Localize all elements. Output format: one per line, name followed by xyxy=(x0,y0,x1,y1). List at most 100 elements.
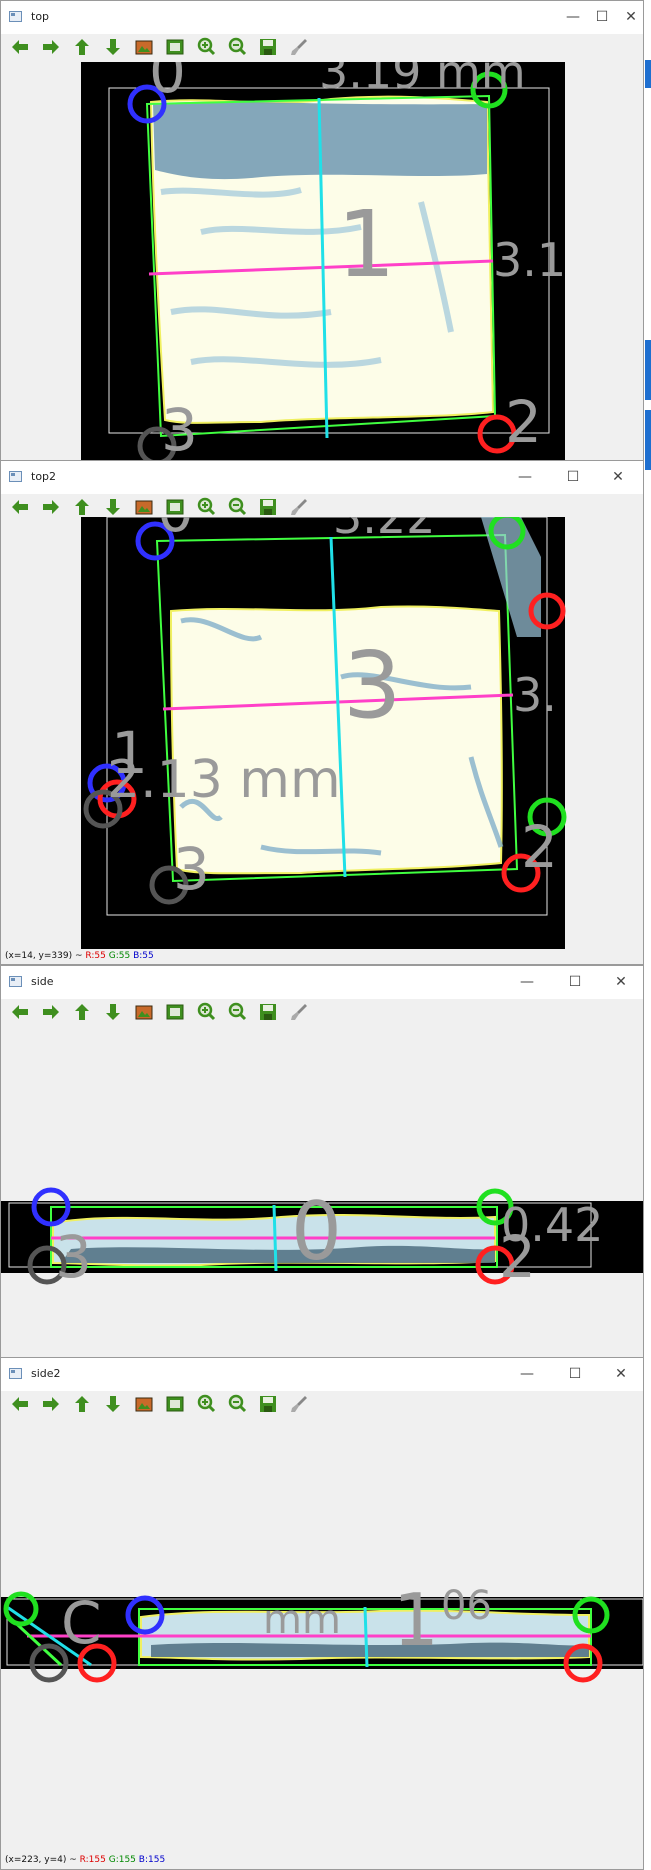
arrow-up-icon xyxy=(75,1396,89,1412)
dimension-label-top: 3.22 xyxy=(333,517,435,544)
zoom-out-button[interactable] xyxy=(226,1393,248,1415)
zoom-out-icon xyxy=(228,1002,247,1021)
close-button[interactable]: ✕ xyxy=(609,1364,633,1384)
arrow-up-icon xyxy=(75,1004,89,1020)
title-bar[interactable]: top2 — ☐ ✕ xyxy=(1,461,643,494)
window-app-icon xyxy=(9,1368,22,1379)
minimize-button[interactable]: — xyxy=(515,972,539,992)
arrow-left-button[interactable] xyxy=(9,36,31,58)
title-bar[interactable]: side — ☐ ✕ xyxy=(1,966,643,999)
window-title: top2 xyxy=(31,470,57,483)
dimension-label: 06 xyxy=(441,1583,492,1629)
arrow-left-button[interactable] xyxy=(9,1001,31,1023)
arrow-right-icon xyxy=(43,1005,59,1019)
fit-button[interactable] xyxy=(164,496,186,518)
zoom-in-button[interactable] xyxy=(195,1393,217,1415)
arrow-down-button[interactable] xyxy=(102,1001,124,1023)
toolbar xyxy=(1,1391,643,1419)
brush-icon xyxy=(291,39,307,55)
fit-icon xyxy=(166,1004,184,1020)
arrow-up-button[interactable] xyxy=(71,496,93,518)
title-bar[interactable]: top — ☐ ✕ xyxy=(1,1,643,34)
arrow-left-icon xyxy=(12,1005,28,1019)
arrow-right-button[interactable] xyxy=(40,36,62,58)
image-view[interactable]: 3.22 3. 3 2.13 mm 0 2 3 1 xyxy=(1,477,644,949)
arrow-up-button[interactable] xyxy=(71,36,93,58)
minimize-button[interactable]: — xyxy=(561,7,585,27)
save-button[interactable] xyxy=(257,496,279,518)
zoom-in-button[interactable] xyxy=(195,1001,217,1023)
arrow-left-button[interactable] xyxy=(9,496,31,518)
background-tab xyxy=(645,340,651,400)
zoom-in-icon xyxy=(197,37,216,56)
arrow-down-icon xyxy=(106,499,120,515)
fit-button[interactable] xyxy=(164,1393,186,1415)
zoom-out-button[interactable] xyxy=(226,1001,248,1023)
image-canvas[interactable]: 3.22 3. 3 2.13 mm 0 2 3 1 xyxy=(1,477,644,949)
maximize-button[interactable]: ☐ xyxy=(590,7,614,27)
image-button[interactable] xyxy=(133,496,155,518)
zoom-in-button[interactable] xyxy=(195,36,217,58)
maximize-button[interactable]: ☐ xyxy=(561,467,585,487)
cyan-height-line xyxy=(272,1204,278,1272)
arrow-down-button[interactable] xyxy=(102,496,124,518)
fit-button[interactable] xyxy=(164,1001,186,1023)
brush-button[interactable] xyxy=(288,36,310,58)
brush-button[interactable] xyxy=(288,1001,310,1023)
image-view[interactable]: 3 0 2 0.42 xyxy=(1,1027,644,1360)
brush-button[interactable] xyxy=(288,1393,310,1415)
arrow-up-button[interactable] xyxy=(71,1001,93,1023)
maximize-button[interactable]: ☐ xyxy=(563,1364,587,1384)
window-app-icon xyxy=(9,11,22,22)
image-button[interactable] xyxy=(133,1393,155,1415)
image-canvas[interactable]: mm 1 06 C xyxy=(1,1419,644,1851)
corner-label: 0 xyxy=(149,62,186,106)
arrow-up-icon xyxy=(75,39,89,55)
arrow-right-button[interactable] xyxy=(40,496,62,518)
save-button[interactable] xyxy=(257,1393,279,1415)
arrow-left-button[interactable] xyxy=(9,1393,31,1415)
fit-icon xyxy=(166,499,184,515)
zoom-in-icon xyxy=(197,497,216,516)
cursor-coordinates: (x=14, y=339) ~ xyxy=(5,951,86,961)
window-side: side — ☐ ✕ 3 0 2 0.42 xyxy=(0,965,644,1360)
arrow-right-button[interactable] xyxy=(40,1001,62,1023)
title-bar[interactable]: side2 — ☐ ✕ xyxy=(1,1358,643,1391)
save-button[interactable] xyxy=(257,1001,279,1023)
window-title: top xyxy=(31,10,50,23)
image-view[interactable]: mm 1 06 C xyxy=(1,1419,643,1851)
pixel-blue-value: B:55 xyxy=(133,951,154,961)
arrow-right-button[interactable] xyxy=(40,1393,62,1415)
maximize-button[interactable]: ☐ xyxy=(563,972,587,992)
zoom-in-button[interactable] xyxy=(195,496,217,518)
image-view[interactable]: 3.19 mm 3.1 1 0 2 3 xyxy=(1,38,644,470)
arrow-up-button[interactable] xyxy=(71,1393,93,1415)
sample-center-label: 1 xyxy=(393,1578,439,1662)
pixel-red-value: R:155 xyxy=(79,1855,106,1865)
save-button[interactable] xyxy=(257,36,279,58)
cursor-coordinates: (x=223, y=4) ~ xyxy=(5,1855,80,1865)
zoom-in-icon xyxy=(197,1002,216,1021)
brush-button[interactable] xyxy=(288,496,310,518)
zoom-out-button[interactable] xyxy=(226,36,248,58)
image-canvas[interactable]: 3 0 2 0.42 xyxy=(1,1027,644,1360)
arrow-down-button[interactable] xyxy=(102,1393,124,1415)
image-button[interactable] xyxy=(133,36,155,58)
close-button[interactable]: ✕ xyxy=(619,7,643,27)
fit-icon xyxy=(166,1396,184,1412)
zoom-out-button[interactable] xyxy=(226,496,248,518)
sample-center-label: 3 xyxy=(343,632,402,739)
fit-icon xyxy=(166,39,184,55)
minimize-button[interactable]: — xyxy=(513,467,537,487)
minimize-button[interactable]: — xyxy=(515,1364,539,1384)
corner-label: 3 xyxy=(161,396,198,464)
arrow-down-button[interactable] xyxy=(102,36,124,58)
zoom-out-icon xyxy=(228,1394,247,1413)
image-canvas[interactable]: 3.19 mm 3.1 1 0 2 3 xyxy=(1,38,644,470)
close-button[interactable]: ✕ xyxy=(609,972,633,992)
close-button[interactable]: ✕ xyxy=(606,467,630,487)
dimension-label-right: 3. xyxy=(513,668,557,722)
fit-button[interactable] xyxy=(164,36,186,58)
image-button[interactable] xyxy=(133,1001,155,1023)
pixel-blue-value: B:155 xyxy=(138,1855,166,1865)
